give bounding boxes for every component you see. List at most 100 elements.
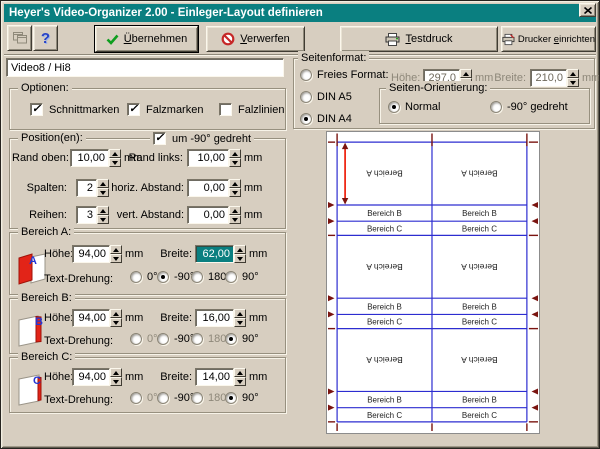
bereich-a-rotation--90[interactable]: -90° [157,271,194,283]
hoehe-label: Höhe: [44,371,70,384]
bereich-b-group: Bereich B: B Höhe: mm Breite: mm Text-Dr… [9,298,286,354]
unit-label: mm [125,312,143,325]
bereich-b-breite-spinner[interactable] [234,309,246,327]
horiz-abstand-spinner[interactable] [229,179,241,197]
svg-text:C: C [33,375,41,387]
svg-text:Bereich A: Bereich A [461,355,498,365]
printer-setup-label: Drucker einrichten [518,34,595,45]
spalten-spinner[interactable] [97,179,109,197]
bereich-b-rotation-0: 0° [130,333,158,345]
rand-links-spinner[interactable] [229,149,241,167]
bereich-a-breite-input[interactable] [195,245,234,263]
freies-format-radio[interactable]: Freies Format: [300,69,389,81]
bereich-c-hoehe-input[interactable] [72,368,110,386]
bereich-a-rotation-0[interactable]: 0° [130,271,158,283]
unit-label: mm [244,182,262,195]
seite-breite-input [530,69,567,87]
rand-oben-input[interactable] [70,149,109,167]
testprint-button[interactable]: Testdruck [340,26,498,52]
orientation-rotated-radio[interactable]: -90° gedreht [490,101,568,113]
vert-abstand-label: vert. Abstand: [110,209,184,222]
bereich-b-breite-input[interactable] [195,309,234,327]
spalten-label: Spalten: [12,182,67,195]
unit-label: mm [125,371,143,384]
bereich-b-rotation--90[interactable]: -90° [157,333,194,345]
rand-oben-spinner[interactable] [109,149,121,167]
din-a5-radio[interactable]: DIN A5 [300,91,352,103]
help-icon: ? [41,30,50,47]
svg-text:Bereich C: Bereich C [462,411,497,420]
vert-abstand-input[interactable] [187,206,229,224]
bereich-c-hoehe-spinner[interactable] [110,368,122,386]
close-button[interactable] [579,3,596,17]
seite-breite-label: Breite: [494,72,526,85]
bereich-a-rotation-90[interactable]: 90° [225,271,259,283]
positionen-title: Position(en): [18,131,86,145]
bereich-c-breite-spinner[interactable] [234,368,246,386]
seitenformat-group: Seitenformat: Freies Format: DIN A5 DIN … [293,58,595,129]
text-drehung-label: Text-Drehung: [44,394,113,407]
svg-text:Bereich C: Bereich C [367,318,402,327]
bereich-c-rotation--90[interactable]: -90° [157,392,194,404]
seiten-orientierung-title: Seiten-Orientierung: [386,81,490,95]
help-button[interactable]: ? [33,25,58,51]
falzmarken-checkbox[interactable]: Falzmarken [127,103,203,116]
testprint-label: Testdruck [405,33,452,45]
svg-text:Bereich A: Bereich A [366,355,403,365]
reihen-spinner[interactable] [97,206,109,224]
reihen-label: Reihen: [12,209,67,222]
horiz-abstand-input[interactable] [187,179,229,197]
rand-links-label: Rand links: [128,152,183,165]
unit-label: mm [249,248,267,261]
apply-label: Übernehmen [124,33,188,45]
bereich-b-title: Bereich B: [18,291,75,305]
svg-text:A: A [29,255,37,267]
window-icon [12,31,28,45]
horiz-abstand-label: horiz. Abstand: [110,182,184,195]
printer-setup-button[interactable]: Drucker einrichten [501,26,596,52]
apply-button[interactable]: Übernehmen [95,26,198,52]
layout-name-input[interactable] [6,58,284,77]
rand-oben-label: Rand oben: [12,152,67,165]
bereich-b-hoehe-input[interactable] [72,309,110,327]
bereich-a-hoehe-input[interactable] [72,245,110,263]
svg-text:Bereich B: Bereich B [462,302,497,311]
positionen-group: Position(en): um -90° gedreht Rand oben:… [9,138,286,229]
discard-button[interactable]: Verwerfen [206,26,305,52]
bereich-a-breite-spinner[interactable] [234,245,246,263]
schnittmarken-checkbox[interactable]: Schnittmarken [30,103,119,116]
optionen-group: Optionen: Schnittmarken Falzmarken Falzl… [9,88,286,130]
printer-icon [385,33,400,46]
seite-breite-spinner [567,69,579,87]
svg-text:Bereich A: Bereich A [461,262,498,272]
optionen-title: Optionen: [18,81,72,95]
layout-preview-drawing: Bereich A Bereich B Bereich C Bereich A Bere… [327,132,539,433]
svg-text:Bereich B: Bereich B [367,302,402,311]
titlebar: Heyer's Video-Organizer 2.00 - Einleger-… [4,4,596,22]
spalten-input[interactable] [76,179,97,197]
breite-label: Breite: [160,248,192,261]
svg-text:Bereich B: Bereich B [367,209,402,218]
bereich-c-rotation-0: 0° [130,392,158,404]
din-a4-radio[interactable]: DIN A4 [300,113,352,125]
vert-abstand-spinner[interactable] [229,206,241,224]
checkbox-checked-icon [30,103,43,116]
reihen-input[interactable] [76,206,97,224]
no-entry-icon [221,32,235,46]
unit-label: mm [244,152,262,165]
orientation-normal-radio[interactable]: Normal [388,101,440,113]
bereich-c-breite-input[interactable] [195,368,234,386]
falzlinien-checkbox[interactable]: Falzlinien [219,103,284,116]
rand-links-input[interactable] [187,149,229,167]
bereich-b-rotation-90[interactable]: 90° [225,333,259,345]
layout-window-button[interactable] [7,25,32,51]
check-icon [106,34,119,45]
window-title: Heyer's Video-Organizer 2.00 - Einleger-… [9,7,323,19]
bereich-a-hoehe-spinner[interactable] [110,245,122,263]
rotated-checkbox[interactable]: um -90° gedreht [150,132,254,145]
svg-text:Bereich A: Bereich A [366,169,403,179]
bereich-c-rotation-90[interactable]: 90° [225,392,259,404]
svg-text:Bereich C: Bereich C [367,224,402,233]
bereich-b-hoehe-spinner[interactable] [110,309,122,327]
breite-label: Breite: [160,371,192,384]
